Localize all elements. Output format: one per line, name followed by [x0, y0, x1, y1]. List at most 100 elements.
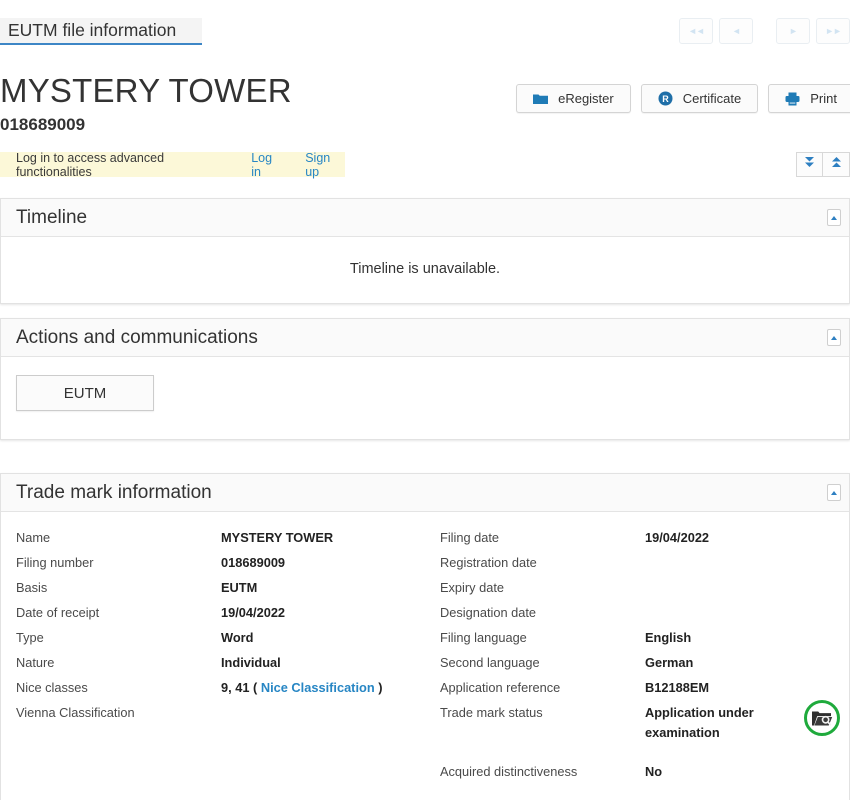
- field-nice-classes: Nice classes 9, 41 ( Nice Classification…: [16, 678, 425, 703]
- eregister-button[interactable]: eRegister: [516, 84, 631, 113]
- field-value: 018689009: [221, 555, 286, 570]
- eregister-label: eRegister: [558, 91, 614, 106]
- print-label: Print: [810, 91, 837, 106]
- certificate-label: Certificate: [682, 91, 742, 106]
- actions-collapse-toggle[interactable]: [827, 329, 841, 346]
- pagination-controls: ◄◄ ◄ ► ►►: [673, 18, 850, 44]
- previous-page-button[interactable]: ◄: [719, 18, 753, 44]
- actions-panel-body: EUTM: [1, 357, 849, 439]
- field-label: Second language: [440, 655, 540, 670]
- field-filing-language: Filing language English: [440, 628, 849, 653]
- trademark-information-panel: Trade mark information Name MYSTERY TOWE…: [0, 473, 850, 800]
- double-chevron-up-icon: [830, 155, 843, 174]
- field-application-reference: Application reference B12188EM: [440, 678, 849, 703]
- field-vienna-classification: Vienna Classification: [16, 703, 425, 728]
- field-acquired-distinctiveness: Acquired distinctiveness No: [440, 762, 849, 787]
- field-value: EUTM: [221, 580, 258, 595]
- eutm-file-information-page: EUTM file information ◄◄ ◄ ► ►► MYSTERY …: [0, 0, 850, 800]
- tab-eutm-file-information[interactable]: EUTM file information: [0, 18, 203, 45]
- field-value: No: [645, 764, 663, 779]
- field-value: Application under examination: [645, 705, 754, 740]
- field-label: Trade mark status: [440, 705, 543, 720]
- field-label: Type: [16, 630, 44, 645]
- login-banner-message: Log in to access advanced functionalitie…: [16, 150, 165, 179]
- log-in-link[interactable]: Log in: [251, 151, 283, 179]
- collapse-all-button[interactable]: [823, 152, 850, 177]
- field-basis: Basis EUTM: [16, 578, 425, 603]
- field-type: Type Word: [16, 628, 425, 653]
- page-filing-number: 018689009: [0, 115, 86, 134]
- double-chevron-down-icon: [803, 155, 816, 174]
- chevron-up-icon: [831, 215, 837, 220]
- trademark-title: Trade mark information: [16, 481, 212, 503]
- eutm-action-button[interactable]: EUTM: [16, 375, 154, 411]
- trademark-right-column: Filing date 19/04/2022 Registration date…: [425, 528, 849, 787]
- field-registration-date: Registration date: [440, 553, 849, 578]
- row-spacer: [440, 746, 849, 762]
- field-label: Designation date: [440, 605, 537, 620]
- folder-search-status-icon: [804, 700, 840, 736]
- page-title: MYSTERY TOWER: [0, 72, 292, 109]
- next-page-button[interactable]: ►: [776, 18, 810, 44]
- field-value: German: [645, 655, 694, 670]
- field-label: Expiry date: [440, 580, 505, 595]
- field-label: Filing date: [440, 530, 500, 545]
- field-label: Registration date: [440, 555, 537, 570]
- field-value: 19/04/2022: [645, 530, 710, 545]
- sign-up-link[interactable]: Sign up: [305, 151, 345, 179]
- field-expiry-date: Expiry date: [440, 578, 849, 603]
- timeline-collapse-toggle[interactable]: [827, 209, 841, 226]
- certificate-button[interactable]: R Certificate: [640, 84, 759, 113]
- nice-classes-suffix: ): [378, 680, 383, 695]
- timeline-panel-header: Timeline: [1, 199, 849, 237]
- field-label: Vienna Classification: [16, 705, 135, 720]
- nice-classes-text: 9, 41 (: [221, 680, 258, 695]
- folder-icon: [533, 93, 549, 105]
- svg-text:R: R: [662, 94, 669, 104]
- login-banner: Log in to access advanced functionalitie…: [0, 150, 345, 179]
- field-label: Acquired distinctiveness: [440, 764, 578, 779]
- field-value: 19/04/2022: [221, 605, 286, 620]
- timeline-unavailable-message: Timeline is unavailable.: [349, 261, 501, 277]
- field-label: Nice classes: [16, 680, 88, 695]
- field-filing-number: Filing number 018689009: [16, 553, 425, 578]
- tab-label: EUTM file information: [8, 20, 177, 40]
- print-button[interactable]: Print: [768, 84, 850, 113]
- printer-icon: [785, 92, 800, 106]
- expand-all-button[interactable]: [796, 152, 823, 177]
- actions-communications-panel: Actions and communications EUTM: [0, 318, 850, 440]
- actions-title: Actions and communications: [16, 326, 258, 348]
- field-label: Name: [16, 530, 51, 545]
- field-value: B12188EM: [645, 680, 710, 695]
- trademark-left-column: Name MYSTERY TOWER Filing number 0186890…: [1, 528, 425, 787]
- field-designation-date: Designation date: [440, 603, 849, 628]
- field-date-of-receipt: Date of receipt 19/04/2022: [16, 603, 425, 628]
- chevron-up-icon: [831, 335, 837, 340]
- registered-r-icon: R: [658, 91, 673, 106]
- field-filing-date: Filing date 19/04/2022: [440, 528, 849, 553]
- actions-panel-header: Actions and communications: [1, 319, 849, 357]
- first-page-button[interactable]: ◄◄: [679, 18, 713, 44]
- field-label: Filing number: [16, 555, 94, 570]
- trademark-collapse-toggle[interactable]: [827, 484, 841, 501]
- last-page-button[interactable]: ►►: [816, 18, 850, 44]
- field-second-language: Second language German: [440, 653, 849, 678]
- timeline-panel-body: Timeline is unavailable.: [1, 237, 849, 303]
- trademark-panel-body: Name MYSTERY TOWER Filing number 0186890…: [1, 512, 849, 787]
- field-value: Individual: [221, 655, 281, 670]
- field-label: Date of receipt: [16, 605, 100, 620]
- field-value: 9, 41 ( Nice Classification ): [221, 678, 382, 698]
- field-label: Basis: [16, 580, 48, 595]
- field-value: Word: [221, 630, 254, 645]
- field-label: Nature: [16, 655, 55, 670]
- timeline-title: Timeline: [16, 206, 88, 228]
- pager-spacer: [753, 18, 770, 44]
- field-label: Filing language: [440, 630, 527, 645]
- field-nature: Nature Individual: [16, 653, 425, 678]
- eutm-action-label: EUTM: [63, 384, 107, 402]
- page-title-block: MYSTERY TOWER 018689009: [0, 74, 292, 133]
- nice-classification-link[interactable]: Nice Classification: [261, 680, 375, 695]
- field-name: Name MYSTERY TOWER: [16, 528, 425, 553]
- action-button-bar: eRegister R Certificate Print: [506, 84, 850, 113]
- field-trade-mark-status: Trade mark status Application under exam…: [440, 703, 849, 746]
